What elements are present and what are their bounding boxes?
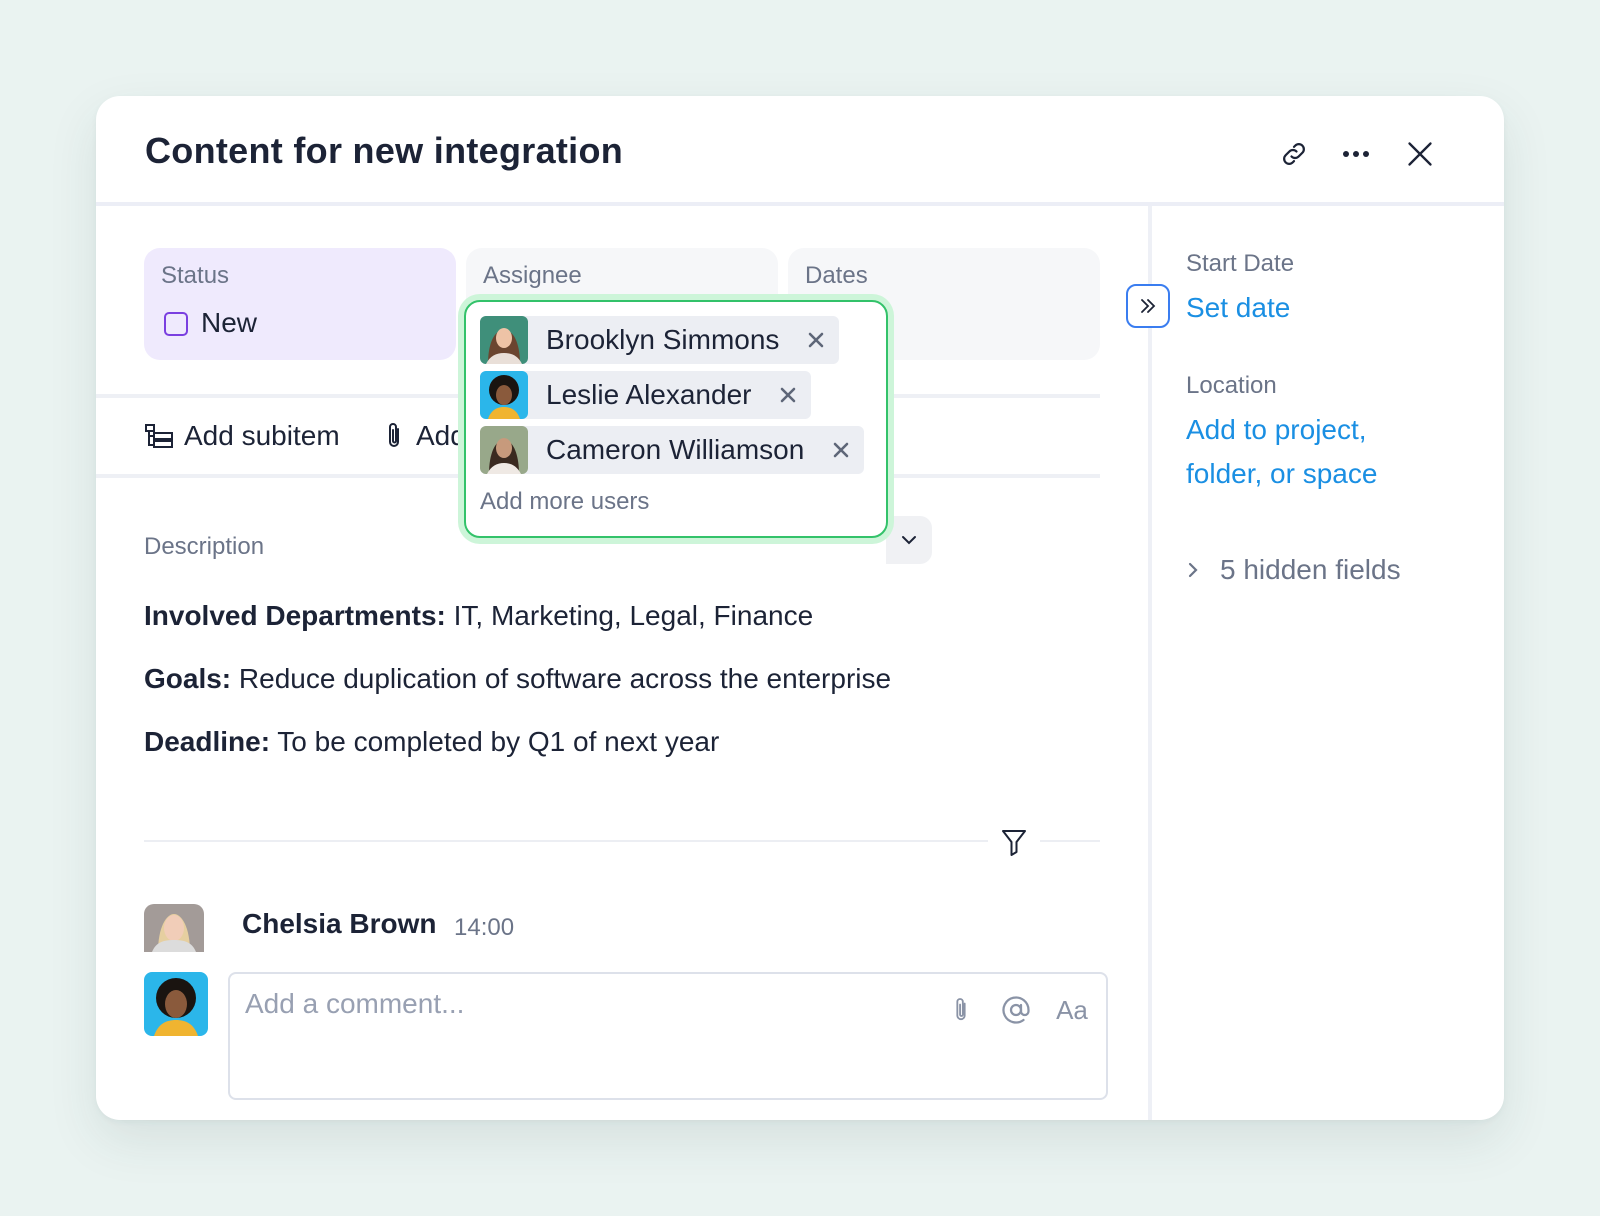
- assignee-chip[interactable]: Brooklyn Simmons: [480, 316, 840, 364]
- add-subitem-button[interactable]: Add subitem: [144, 420, 340, 452]
- comment-placeholder: Add a comment...: [245, 988, 465, 1019]
- double-chevron-right-icon: [1141, 299, 1156, 313]
- description-key: Goals:: [144, 663, 232, 694]
- avatar[interactable]: [144, 904, 204, 952]
- remove-assignee-icon[interactable]: [775, 382, 801, 408]
- text-format-button[interactable]: Aa: [1052, 992, 1092, 1028]
- sidebar-divider: [1148, 206, 1152, 1120]
- more-icon[interactable]: [1336, 134, 1376, 174]
- assignee-name: Brooklyn Simmons: [546, 324, 780, 355]
- description-value: IT, Marketing, Legal, Finance: [445, 600, 814, 631]
- chevron-right-icon: [1188, 562, 1198, 578]
- remove-assignee-icon[interactable]: [803, 327, 829, 353]
- dates-label: Dates: [805, 262, 868, 289]
- description-line[interactable]: Goals: Reduce duplication of software ac…: [144, 663, 891, 695]
- status-field[interactable]: Status New: [144, 248, 456, 360]
- hidden-fields-toggle[interactable]: 5 hidden fields: [1186, 554, 1401, 586]
- panel-header: Content for new integration: [96, 96, 1504, 206]
- description-key: Involved Departments:: [144, 600, 446, 631]
- assignee-chip[interactable]: Cameron Williamson: [480, 426, 865, 474]
- start-date-label: Start Date: [1186, 250, 1295, 277]
- comment-input[interactable]: Add a comment... Aa: [228, 972, 1108, 1100]
- avatar: [480, 371, 528, 419]
- description-label: Description: [144, 533, 265, 560]
- set-date-link[interactable]: Set date: [1186, 286, 1290, 330]
- filter-icon[interactable]: [996, 824, 1032, 860]
- description-value: Reduce duplication of software across th…: [231, 663, 892, 694]
- assignee-chip[interactable]: Leslie Alexander: [480, 371, 812, 419]
- mention-icon[interactable]: [998, 992, 1034, 1028]
- task-detail-panel: Content for new integration Status New A…: [96, 96, 1504, 1120]
- avatar: [480, 316, 528, 364]
- avatar: [480, 426, 528, 474]
- status-value: New: [201, 307, 258, 338]
- paperclip-icon[interactable]: [946, 992, 976, 1028]
- remove-assignee-icon[interactable]: [828, 437, 854, 463]
- hidden-fields-label: 5 hidden fields: [1220, 554, 1401, 585]
- description-line[interactable]: Involved Departments: IT, Marketing, Leg…: [144, 600, 813, 632]
- expand-sidebar-button[interactable]: [1126, 284, 1170, 328]
- close-icon[interactable]: [1400, 134, 1440, 174]
- page-title: Content for new integration: [145, 130, 624, 171]
- assignee-popover-glow: Brooklyn Simmons Leslie Alexander Camero…: [458, 294, 894, 544]
- assignee-popover[interactable]: Brooklyn Simmons Leslie Alexander Camero…: [464, 300, 888, 538]
- add-location-link[interactable]: Add to project,: [1186, 408, 1367, 452]
- activity-divider: [144, 840, 988, 842]
- text-format-label: Aa: [1056, 994, 1088, 1025]
- paperclip-icon: [389, 423, 399, 447]
- assignee-name: Leslie Alexander: [546, 379, 752, 410]
- add-more-users-input[interactable]: Add more users: [480, 488, 649, 516]
- status-checkbox-icon: [164, 312, 188, 336]
- description-key: Deadline:: [144, 726, 271, 757]
- avatar[interactable]: [144, 972, 208, 1036]
- description-value: To be completed by Q1 of next year: [270, 726, 720, 757]
- comment-author[interactable]: Chelsia Brown: [242, 908, 436, 940]
- link-icon[interactable]: [1274, 134, 1314, 174]
- add-location-link-continued[interactable]: folder, or space: [1186, 452, 1377, 496]
- add-attachment-button[interactable]: Add: [382, 420, 466, 452]
- assignee-name: Cameron Williamson: [546, 434, 805, 465]
- location-label: Location: [1186, 372, 1277, 399]
- assignee-label: Assignee: [483, 262, 582, 289]
- status-label: Status: [161, 262, 230, 289]
- activity-divider: [1040, 840, 1100, 842]
- description-line[interactable]: Deadline: To be completed by Q1 of next …: [144, 726, 719, 758]
- add-subitem-label: Add subitem: [184, 420, 340, 451]
- subitem-icon: [145, 424, 173, 448]
- chevron-down-icon: [902, 536, 916, 545]
- comment-timestamp: 14:00: [454, 914, 515, 941]
